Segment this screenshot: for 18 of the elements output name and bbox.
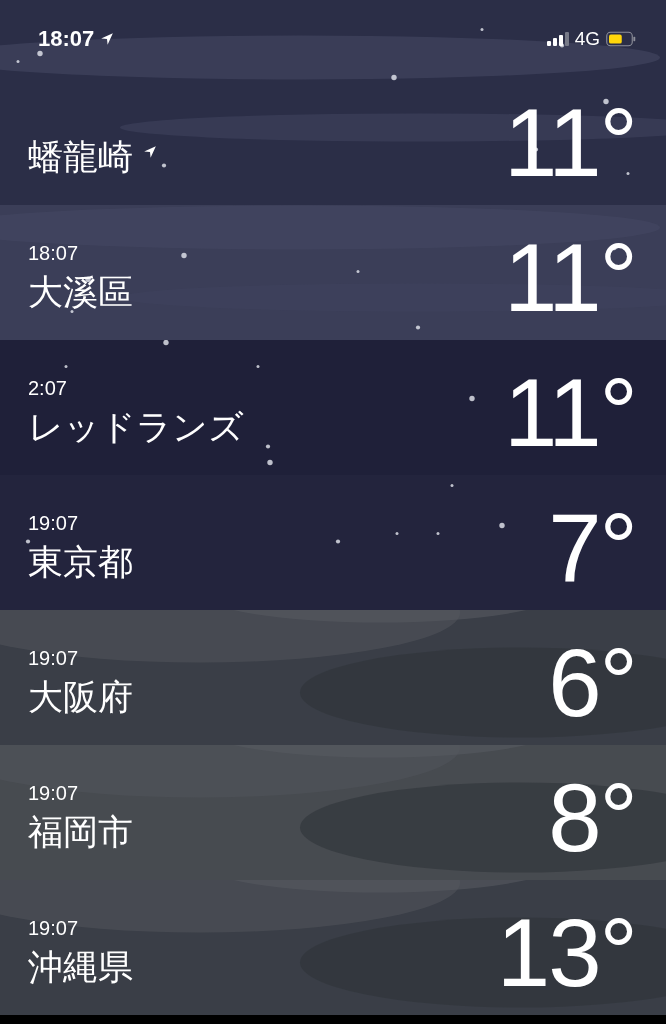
city-name: 大阪府 — [28, 676, 133, 718]
city-name: 沖縄県 — [28, 946, 133, 988]
local-time: 19:07 — [28, 782, 80, 805]
temperature: 7° — [548, 500, 636, 596]
city-name: 大溪區 — [28, 271, 133, 313]
city-name: レッドランズ — [28, 406, 244, 448]
local-time: 19:07 — [28, 647, 80, 670]
local-time: 19:07 — [28, 512, 80, 535]
city-name: 福岡市 — [28, 811, 133, 853]
temperature: 11° — [503, 230, 636, 326]
temperature: 13° — [496, 905, 636, 1001]
local-time: 18:07 — [28, 242, 80, 265]
local-time: 2:07 — [28, 377, 68, 400]
temperature: 8° — [548, 770, 636, 866]
local-time: 19:07 — [28, 917, 80, 940]
city-name: 東京都 — [28, 541, 133, 583]
temperature: 6° — [548, 635, 636, 731]
temperature: 11° — [503, 365, 636, 461]
